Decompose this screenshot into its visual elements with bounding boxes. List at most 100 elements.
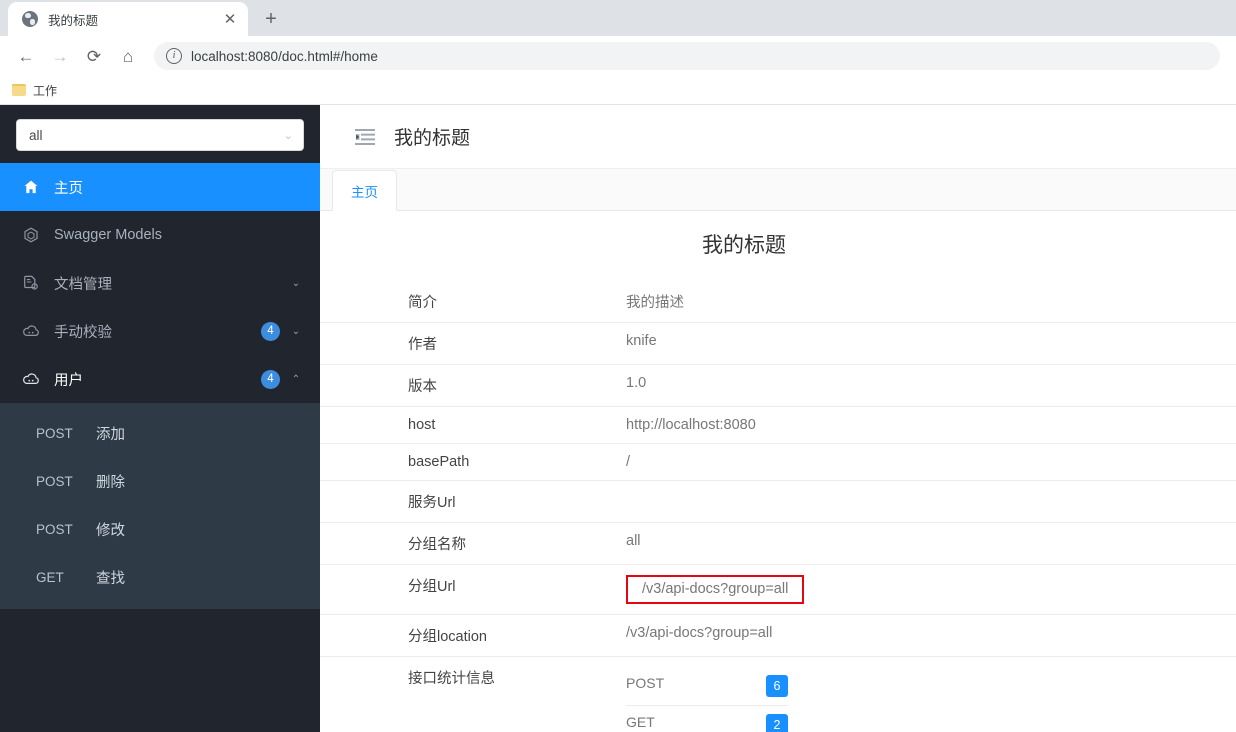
chevron-down-icon: ⌄ bbox=[291, 277, 301, 289]
bookmark-item[interactable]: 工作 bbox=[12, 82, 57, 99]
http-method-label: POST bbox=[36, 521, 73, 537]
group-select[interactable]: all ⌄ bbox=[16, 119, 304, 151]
stats-method: POST bbox=[626, 675, 665, 691]
tab-home[interactable]: 主页 bbox=[332, 170, 397, 211]
submenu-item-label: 删除 bbox=[96, 474, 125, 491]
sidebar-item-home[interactable]: 主页 bbox=[0, 163, 320, 211]
row-value-cell: /v3/api-docs?group=all bbox=[620, 565, 1236, 615]
row-value: http://localhost:8080 bbox=[626, 417, 756, 433]
submenu-item-delete[interactable]: POST 删除 bbox=[0, 457, 320, 505]
row-key: 作者 bbox=[408, 337, 437, 353]
file-settings-icon bbox=[22, 275, 40, 291]
folder-icon bbox=[12, 84, 26, 96]
browser-toolbar: ← → ⟳ ⌂ i localhost:8080/doc.html#/home bbox=[0, 36, 1236, 76]
browser-tab[interactable]: 我的标题 ✕ bbox=[8, 2, 248, 36]
table-row-stats: 接口统计信息 POST 6 GET 2 bbox=[320, 657, 1236, 732]
chevron-up-icon: ⌃ bbox=[291, 373, 301, 385]
new-tab-button[interactable]: + bbox=[254, 4, 288, 34]
home-icon bbox=[22, 179, 40, 195]
stats-row: GET 2 bbox=[626, 706, 788, 732]
bookmarks-bar: 工作 bbox=[0, 76, 1236, 104]
bookmark-label: 工作 bbox=[33, 83, 58, 98]
row-value: /v3/api-docs?group=all bbox=[626, 625, 773, 641]
chevron-down-icon: ⌄ bbox=[283, 129, 293, 142]
table-row: 分组location /v3/api-docs?group=all bbox=[320, 615, 1236, 657]
submenu-item-find[interactable]: GET 查找 bbox=[0, 553, 320, 601]
status-badge: 6 bbox=[766, 675, 788, 697]
browser-window: 我的标题 ✕ + ← → ⟳ ⌂ i localhost:8080/doc.ht… bbox=[0, 0, 1236, 732]
row-value: knife bbox=[626, 333, 657, 349]
page-title: 我的标题 bbox=[394, 128, 471, 149]
main-content: 我的标题 主页 我的标题 简介 我的描述 作者 knife 版本 1.0 hos… bbox=[320, 105, 1236, 732]
forward-icon[interactable]: → bbox=[44, 40, 76, 72]
close-icon[interactable]: ✕ bbox=[220, 9, 240, 29]
table-row: 分组名称 all bbox=[320, 523, 1236, 565]
stats-count-cell: 2 bbox=[766, 706, 788, 732]
app-root: all ⌄ 主页 Swagger Models 文档管理 ⌄ 手动校验 4 ⌄ … bbox=[0, 104, 1236, 732]
table-row: 版本 1.0 bbox=[320, 365, 1236, 407]
back-icon[interactable]: ← bbox=[10, 40, 42, 72]
submenu-item-update[interactable]: POST 修改 bbox=[0, 505, 320, 553]
group-select-wrapper: all ⌄ bbox=[0, 105, 320, 163]
address-bar[interactable]: i localhost:8080/doc.html#/home bbox=[154, 42, 1220, 70]
table-row: 分组Url /v3/api-docs?group=all bbox=[320, 565, 1236, 615]
row-key: 版本 bbox=[408, 379, 437, 395]
home-icon[interactable]: ⌂ bbox=[112, 40, 144, 72]
address-bar-url: localhost:8080/doc.html#/home bbox=[191, 48, 378, 64]
table-row: host http://localhost:8080 bbox=[320, 407, 1236, 444]
sidebar-item-badge: 4 bbox=[261, 369, 280, 389]
main-header: 我的标题 bbox=[320, 105, 1236, 169]
menu-fold-icon[interactable] bbox=[354, 126, 376, 148]
stats-method: GET bbox=[626, 714, 655, 730]
doc-title: 我的标题 bbox=[702, 234, 786, 257]
sidebar-item-label: 用户 bbox=[54, 372, 83, 389]
sidebar-item-label: 文档管理 bbox=[54, 276, 112, 293]
row-key: basePath bbox=[408, 454, 470, 470]
browser-tab-title: 我的标题 bbox=[48, 13, 99, 28]
row-key: 分组名称 bbox=[408, 537, 466, 553]
row-value: 1.0 bbox=[626, 375, 647, 391]
row-value: 我的描述 bbox=[626, 295, 684, 311]
sidebar-item-swagger-models[interactable]: Swagger Models bbox=[0, 211, 320, 259]
highlighted-group-url: /v3/api-docs?group=all bbox=[626, 575, 805, 604]
row-key: 接口统计信息 bbox=[408, 671, 495, 687]
sidebar-submenu-user: POST 添加 POST 删除 POST 修改 GET 查找 bbox=[0, 403, 320, 609]
site-info-icon[interactable]: i bbox=[166, 48, 182, 64]
table-row: basePath / bbox=[320, 444, 1236, 481]
globe-icon bbox=[22, 11, 38, 27]
cloud-icon bbox=[22, 324, 40, 338]
browser-tabstrip: 我的标题 ✕ + bbox=[0, 0, 1236, 36]
submenu-item-label: 查找 bbox=[96, 570, 125, 587]
table-row: 简介 我的描述 bbox=[320, 281, 1236, 323]
cloud-icon bbox=[22, 372, 40, 386]
submenu-item-label: 修改 bbox=[96, 522, 125, 539]
submenu-item-add[interactable]: POST 添加 bbox=[0, 409, 320, 457]
stats-row: POST 6 bbox=[626, 667, 788, 706]
sidebar: all ⌄ 主页 Swagger Models 文档管理 ⌄ 手动校验 4 ⌄ … bbox=[0, 105, 320, 732]
row-value: all bbox=[626, 533, 641, 549]
stats-count-cell: 6 bbox=[766, 667, 788, 706]
row-value-cell: POST 6 GET 2 bbox=[620, 657, 1236, 732]
table-row: 服务Url bbox=[320, 481, 1236, 523]
reload-icon[interactable]: ⟳ bbox=[78, 40, 110, 72]
status-badge: 2 bbox=[766, 714, 788, 732]
http-method-label: POST bbox=[36, 425, 73, 441]
sidebar-item-doc-manage[interactable]: 文档管理 ⌄ bbox=[0, 259, 320, 307]
row-key: host bbox=[408, 417, 436, 433]
sidebar-item-user[interactable]: 用户 4 ⌃ bbox=[0, 355, 320, 403]
row-key: 服务Url bbox=[408, 495, 456, 511]
sidebar-item-manual-verify[interactable]: 手动校验 4 ⌄ bbox=[0, 307, 320, 355]
stats-table: POST 6 GET 2 bbox=[626, 667, 788, 732]
doc-tabbar: 主页 bbox=[320, 169, 1236, 211]
group-select-value: all bbox=[29, 127, 43, 143]
submenu-item-label: 添加 bbox=[96, 426, 125, 443]
row-key: 分组location bbox=[408, 629, 487, 645]
row-key: 分组Url bbox=[408, 579, 456, 595]
cube-icon bbox=[22, 227, 40, 243]
sidebar-item-label: 主页 bbox=[54, 180, 83, 197]
sidebar-menu: 主页 Swagger Models 文档管理 ⌄ 手动校验 4 ⌄ 用户 4 ⌃… bbox=[0, 163, 320, 732]
sidebar-item-label: Swagger Models bbox=[54, 227, 162, 243]
info-table: 简介 我的描述 作者 knife 版本 1.0 host http://loca… bbox=[320, 281, 1236, 732]
sidebar-item-label: 手动校验 bbox=[54, 324, 112, 341]
http-method-label: GET bbox=[36, 569, 64, 585]
